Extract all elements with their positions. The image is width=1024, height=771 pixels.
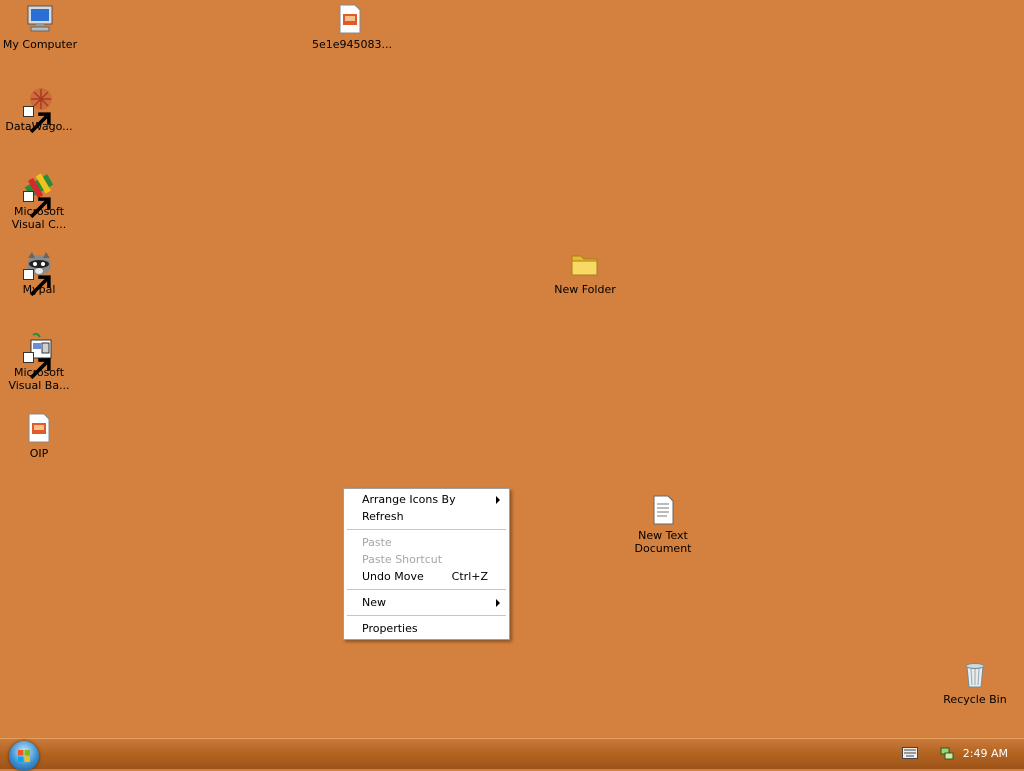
shortcut-arrow-icon <box>23 352 51 380</box>
desktop-icon-label: OIP <box>29 447 49 460</box>
menu-item-refresh[interactable]: Refresh <box>344 508 509 525</box>
desktop-icon-label: New Text Document <box>634 529 692 555</box>
desktop-icon-visual-cpp[interactable]: Microsoft Visual C... <box>1 170 77 231</box>
menu-item-arrange-icons-by[interactable]: Arrange Icons By <box>344 491 509 508</box>
image-file-icon <box>23 412 55 444</box>
menu-item-label: Properties <box>362 622 418 635</box>
keyboard-icon[interactable] <box>902 747 918 759</box>
clock[interactable]: 2:49 AM <box>963 747 1008 760</box>
shortcut-arrow-icon <box>23 269 51 297</box>
menu-item-paste: Paste <box>344 534 509 551</box>
menu-item-label: Undo Move <box>362 570 424 583</box>
menu-item-undo-move[interactable]: Undo Move Ctrl+Z <box>344 568 509 585</box>
datawagon-icon <box>23 85 55 134</box>
text-document-icon <box>647 494 679 526</box>
desktop-icon-image-file[interactable]: 5e1e945083... <box>312 3 393 51</box>
desktop-icon-recycle-bin[interactable]: Recycle Bin <box>937 658 1013 706</box>
desktop-context-menu: Arrange Icons By Refresh Paste Paste Sho… <box>343 488 510 640</box>
start-button[interactable] <box>9 741 39 771</box>
menu-separator <box>347 615 506 616</box>
start-orb-icon <box>18 750 30 762</box>
visual-cpp-icon <box>23 170 55 219</box>
desktop-icon-label: New Folder <box>554 283 616 296</box>
menu-item-label: Paste <box>362 536 392 549</box>
image-file-icon <box>334 3 366 35</box>
menu-item-shortcut: Ctrl+Z <box>451 570 488 583</box>
network-icon[interactable] <box>939 745 955 761</box>
desktop-icon-label: My Computer <box>2 38 78 51</box>
menu-separator <box>347 529 506 530</box>
shortcut-arrow-icon <box>23 106 51 134</box>
desktop-icon-mypal[interactable]: Mypal <box>1 248 77 297</box>
submenu-arrow-icon <box>496 599 500 607</box>
recycle-bin-icon <box>959 658 991 690</box>
taskbar: 2:49 AM <box>0 738 1024 771</box>
submenu-arrow-icon <box>496 496 500 504</box>
computer-icon <box>24 3 56 35</box>
raccoon-icon <box>23 248 55 297</box>
desktop-icon-label: 5e1e945083... <box>312 38 393 51</box>
menu-item-paste-shortcut: Paste Shortcut <box>344 551 509 568</box>
folder-icon <box>569 248 601 280</box>
system-tray: 2:49 AM <box>884 739 1024 769</box>
desktop-icon-label: Recycle Bin <box>943 693 1007 706</box>
menu-separator <box>347 589 506 590</box>
desktop-icon-new-text-document[interactable]: New Text Document <box>625 494 701 555</box>
desktop-icon-my-computer[interactable]: My Computer <box>2 3 78 51</box>
menu-item-properties[interactable]: Properties <box>344 620 509 637</box>
menu-item-new[interactable]: New <box>344 594 509 611</box>
menu-item-label: Paste Shortcut <box>362 553 443 566</box>
menu-item-label: Arrange Icons By <box>362 493 456 506</box>
desktop-icon-datawagon[interactable]: DataWago... <box>1 85 77 134</box>
desktop-icon-new-folder[interactable]: New Folder <box>547 248 623 296</box>
menu-item-label: New <box>362 596 386 609</box>
shortcut-arrow-icon <box>23 191 51 219</box>
menu-item-label: Refresh <box>362 510 404 523</box>
desktop-icon-oip[interactable]: OIP <box>1 412 77 460</box>
visual-basic-icon <box>23 331 55 380</box>
desktop-icon-visual-basic[interactable]: Microsoft Visual Ba... <box>1 331 77 392</box>
